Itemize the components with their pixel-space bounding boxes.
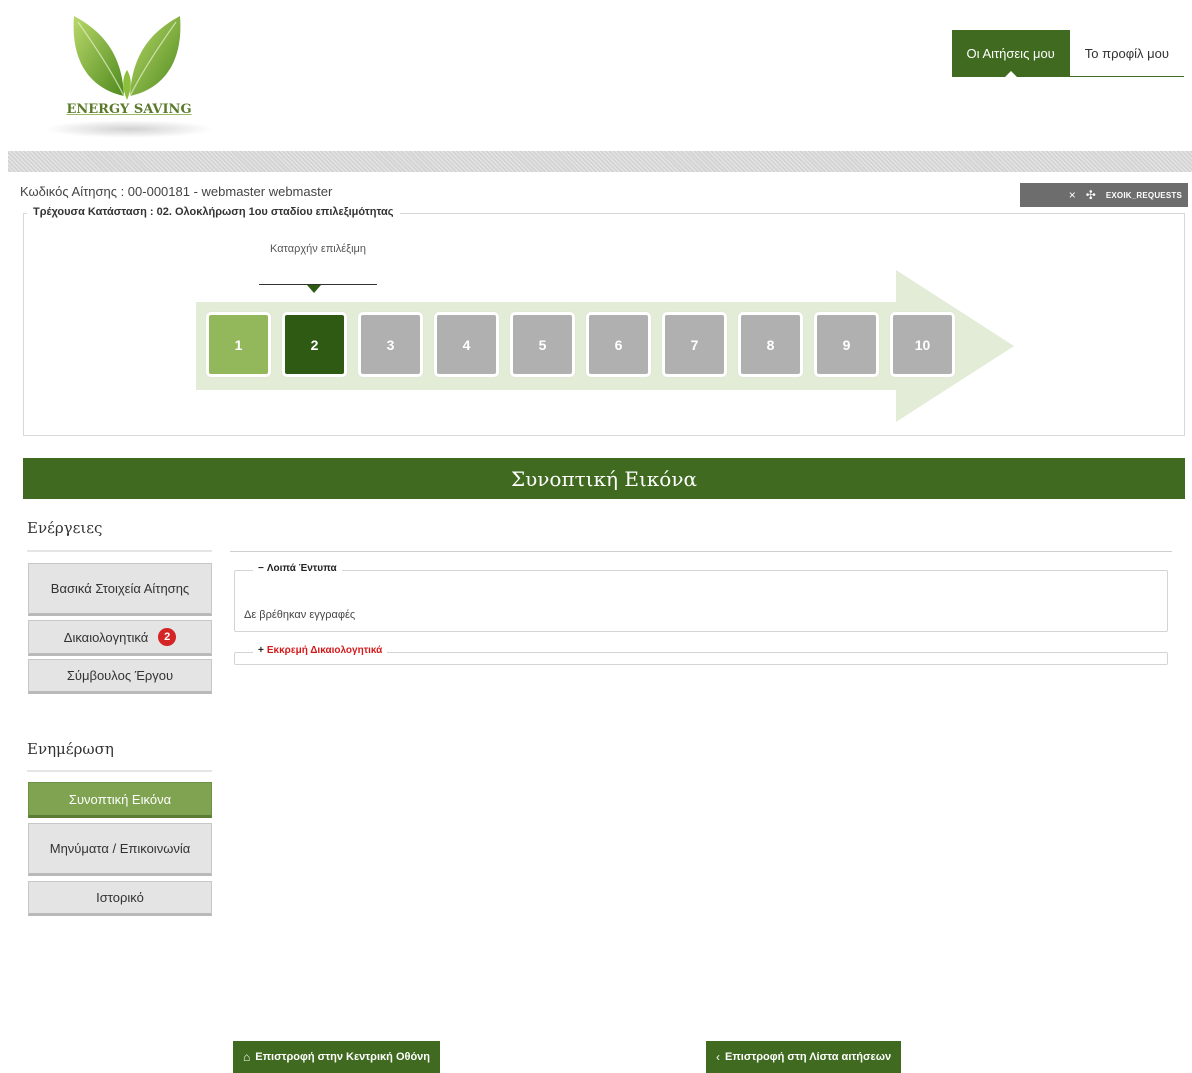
info-divider [27, 770, 212, 772]
return-home-button[interactable]: ⌂ Επιστροφή στην Κεντρική Οθόνη [233, 1041, 441, 1073]
documents-button[interactable]: Δικαιολογητικά 2 [28, 620, 212, 656]
top-nav: Οι Αιτήσεις μου Το προφίλ μου [951, 30, 1184, 77]
chevron-left-icon: ‹ [716, 1050, 720, 1064]
step-5[interactable]: 5 [510, 312, 575, 377]
actions-heading: Ενέργειες [27, 519, 103, 537]
collapse-icon: − [258, 563, 264, 574]
step-1[interactable]: 1 [206, 312, 271, 377]
dev-toolbar-label: EXOIK_REQUESTS [1105, 190, 1182, 200]
history-label: Ιστορικό [96, 890, 144, 905]
move-icon[interactable]: ✣ [1086, 188, 1096, 202]
step-2[interactable]: 2 [282, 312, 347, 377]
close-icon[interactable]: × [1069, 188, 1076, 202]
info-heading: Ενημέρωση [27, 740, 114, 758]
tab-my-applications[interactable]: Οι Αιτήσεις μου [951, 30, 1070, 77]
summary-view-label: Συνοπτική Εικόνα [68, 791, 172, 807]
return-home-label: Επιστροφή στην Κεντρική Οθόνη [255, 1051, 431, 1063]
application-code: Κωδικός Αίτησης : 00-000181 - webmaster … [20, 184, 333, 199]
logo[interactable]: ENERGY SAVING [44, 8, 214, 148]
dev-toolbar: × ✣ EXOIK_REQUESTS [1020, 183, 1188, 207]
no-records-text: Δε βρέθηκαν εγγραφές [244, 609, 356, 621]
logo-shadow [44, 120, 214, 138]
step-4[interactable]: 4 [434, 312, 499, 377]
current-step-caption: Καταρχήν επιλέξιμη [270, 243, 366, 255]
expand-icon: + [258, 645, 264, 656]
step-8[interactable]: 8 [738, 312, 803, 377]
step-9[interactable]: 9 [814, 312, 879, 377]
step-7[interactable]: 7 [662, 312, 727, 377]
leaf-logo-icon [73, 16, 181, 100]
messages-button[interactable]: Μηνύματα / Επικοινωνία [28, 823, 212, 876]
summary-view-button[interactable]: Συνοπτική Εικόνα [28, 782, 212, 818]
basic-info-label: Βασικά Στοιχεία Αίτησης [50, 581, 190, 596]
basic-info-button[interactable]: Βασικά Στοιχεία Αίτησης [28, 563, 212, 616]
section-title: Συνοπτική Εικόνα [510, 466, 698, 491]
actions-divider [27, 550, 212, 552]
header-divider-stripe [8, 151, 1192, 172]
step-3[interactable]: 3 [358, 312, 423, 377]
documents-label: Δικαιολογητικά [63, 629, 149, 645]
back-to-list-label: Επιστροφή στη Λίστα αιτήσεων [725, 1051, 892, 1063]
pending-docs-toggle[interactable]: + Εκκρεμή Δικαιολογητικά [253, 645, 388, 656]
step-10[interactable]: 10 [890, 312, 955, 377]
other-forms-panel [234, 570, 1168, 632]
pending-docs-title: Εκκρεμή Δικαιολογητικά [266, 645, 383, 656]
section-title-banner: Συνοπτική Εικόνα [23, 458, 1185, 499]
project-advisor-label: Σύμβουλος Έργου [66, 668, 174, 683]
project-advisor-button[interactable]: Σύμβουλος Έργου [28, 659, 212, 694]
current-status-legend: Τρέχουσα Κατάσταση : 02. Ολοκλήρωση 1ου … [27, 206, 400, 218]
history-button[interactable]: Ιστορικό [28, 881, 212, 916]
home-icon: ⌂ [243, 1050, 251, 1064]
back-to-list-button[interactable]: ‹ Επιστροφή στη Λίστα αιτήσεων [706, 1041, 902, 1073]
messages-label: Μηνύματα / Επικοινωνία [49, 841, 191, 856]
pending-count-badge: 2 [158, 628, 177, 646]
logo-text: ENERGY SAVING [66, 102, 192, 117]
tab-my-profile[interactable]: Το προφίλ μου [1069, 30, 1184, 77]
step-6[interactable]: 6 [586, 312, 651, 377]
other-forms-toggle[interactable]: − Λοιπά Έντυπα [253, 563, 342, 574]
main-divider [230, 551, 1172, 552]
other-forms-title: Λοιπά Έντυπα [266, 563, 337, 574]
step-tracker: 1 2 3 4 5 6 7 8 9 10 [206, 312, 955, 377]
